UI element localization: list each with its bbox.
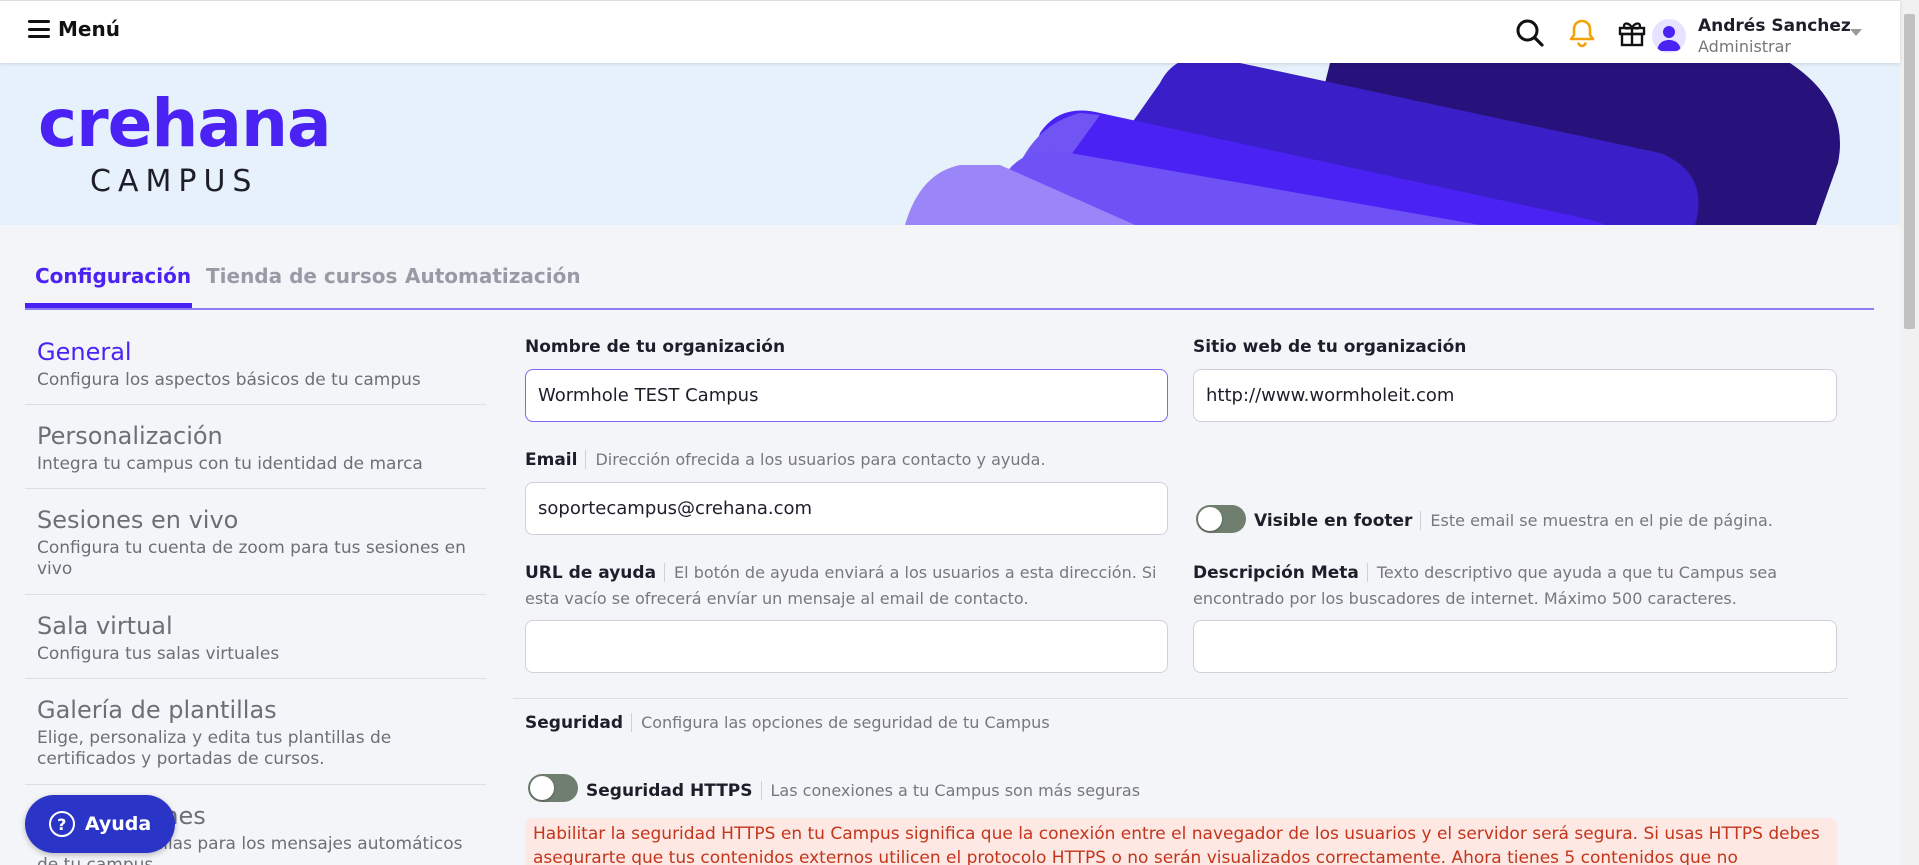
crehana-logo: crehana	[38, 85, 331, 162]
meta-label: Descripción Meta	[1193, 563, 1359, 583]
toggle-knob	[530, 776, 554, 800]
sidebar-item-desc: Configura tu cuenta de zoom para tus ses…	[37, 538, 466, 579]
hamburger-icon	[28, 20, 50, 38]
visible-footer-label: Visible en footer Este email se muestra e…	[1254, 511, 1773, 531]
caret-down-icon[interactable]	[1850, 29, 1862, 36]
tab-configuracion[interactable]: Configuración	[35, 264, 191, 298]
user-role: Administrar	[1698, 37, 1792, 56]
email-hint: Dirección ofrecida a los usuarios para c…	[585, 450, 1046, 469]
help-url-description: URL de ayuda El botón de ayuda enviará a …	[525, 560, 1168, 611]
meta-description: Descripción Meta Texto descriptivo que ay…	[1193, 560, 1837, 611]
help-url-input[interactable]	[525, 620, 1168, 673]
email-label: Email Dirección ofrecida a los usuarios p…	[525, 450, 1046, 470]
sidebar-item-title: Sesiones en vivo	[37, 506, 239, 534]
search-icon[interactable]	[1514, 17, 1546, 49]
https-toggle[interactable]	[528, 774, 578, 802]
sidebar-item-sala-virtual[interactable]: Sala virtual Configura tus salas virtual…	[25, 595, 486, 679]
sidebar-item-personalizacion[interactable]: Personalización Integra tu campus con tu…	[25, 405, 486, 489]
help-button-label: Ayuda	[84, 813, 152, 835]
menu-label: Menú	[58, 17, 120, 41]
page-scrollbar[interactable]	[1900, 0, 1919, 865]
sidebar-item-desc: Configura los aspectos básicos de tu cam…	[37, 370, 421, 390]
section-divider	[513, 698, 1848, 699]
https-title: Seguridad HTTPS Las conexiones a tu Campu…	[586, 781, 1141, 801]
settings-tabs: Configuración Tienda de cursos Automatiz…	[25, 258, 1874, 310]
bell-icon[interactable]	[1566, 17, 1598, 49]
sidebar-item-desc: Configura tus salas virtuales	[37, 644, 280, 664]
campus-logo-text: CAMPUS	[90, 164, 259, 199]
user-name: Andrés Sanchez	[1698, 16, 1851, 36]
tab-tienda-de-cursos[interactable]: Tienda de cursos	[206, 264, 397, 298]
help-url-label: URL de ayuda	[525, 563, 657, 583]
https-warning-alert: Habilitar la seguridad HTTPS en tu Campu…	[525, 818, 1837, 865]
org-name-label: Nombre de tu organización	[525, 337, 786, 357]
security-hint: Configura las opciones de seguridad de t…	[631, 713, 1050, 732]
active-tab-indicator	[25, 303, 192, 308]
security-section-title: Seguridad Configura las opciones de segur…	[525, 713, 1050, 733]
toggle-knob	[1198, 507, 1222, 531]
sidebar-item-galeria[interactable]: Galería de plantillas Elige, personaliza…	[25, 679, 486, 785]
top-bar: Menú Andrés Sanchez Administrar	[0, 0, 1900, 63]
avatar[interactable]	[1652, 19, 1686, 53]
website-label: Sitio web de tu organización	[1193, 337, 1467, 357]
help-button[interactable]: ? Ayuda	[25, 795, 175, 853]
org-name-input[interactable]: Wormhole TEST Campus	[525, 369, 1168, 422]
gift-icon[interactable]	[1616, 17, 1648, 49]
question-icon: ?	[48, 811, 75, 837]
sidebar-item-desc: Elige, personaliza y edita tus plantilla…	[37, 728, 392, 769]
visible-footer-text: Visible en footer	[1254, 511, 1413, 531]
campus-banner: crehana CAMPUS	[0, 63, 1900, 225]
visible-footer-toggle[interactable]	[1196, 505, 1246, 533]
visible-footer-hint: Este email se muestra en el pie de págin…	[1420, 511, 1773, 530]
https-label: Seguridad HTTPS	[586, 781, 753, 801]
scrollbar-thumb[interactable]	[1904, 14, 1915, 329]
email-label-text: Email	[525, 450, 578, 470]
sidebar-item-sesiones[interactable]: Sesiones en vivo Configura tu cuenta de …	[25, 489, 486, 595]
tab-automatizacion[interactable]: Automatización	[405, 264, 581, 298]
website-input[interactable]: http://www.wormholeit.com	[1193, 369, 1837, 422]
sidebar-item-general[interactable]: General Configura los aspectos básicos d…	[25, 330, 486, 405]
sidebar-item-desc: Integra tu campus con tu identidad de ma…	[37, 454, 423, 474]
https-hint: Las conexiones a tu Campus son más segur…	[760, 781, 1141, 800]
meta-description-input[interactable]	[1193, 620, 1837, 673]
menu-button[interactable]: Menú	[28, 17, 120, 41]
sidebar-item-title: Galería de plantillas	[37, 696, 277, 724]
sidebar-item-title: General	[37, 338, 132, 366]
user-menu[interactable]: Andrés Sanchez Administrar	[1698, 15, 1851, 57]
sidebar-item-title: Personalización	[37, 422, 223, 450]
email-field[interactable]: soportecampus@crehana.com	[525, 482, 1168, 535]
security-label: Seguridad	[525, 713, 624, 733]
sidebar-item-title: Sala virtual	[37, 612, 173, 640]
